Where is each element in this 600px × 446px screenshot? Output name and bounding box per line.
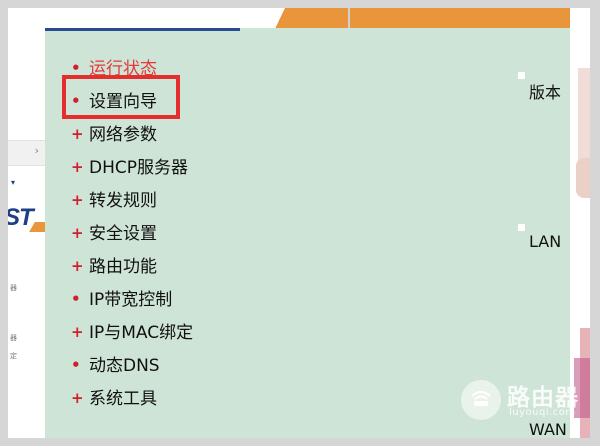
frame-corner-marker [518,72,525,79]
side-menu: • 运行状态 • 设置向导 + 网络参数 + DHCP服务器 + 转发规则 + … [71,58,193,421]
background-browser-window: › ▾ ST 器 器 定 [8,8,45,438]
menu-item-label: 转发规则 [89,191,157,211]
plus-icon: + [71,389,84,407]
wifi-icon [471,390,491,406]
background-page-image [570,8,590,438]
bullet-icon: • [71,356,81,374]
menu-item-label: 网络参数 [89,125,157,145]
plus-icon: + [71,158,84,176]
menu-item-setup-wizard[interactable]: • 设置向导 [71,91,193,124]
menu-item-label: IP与MAC绑定 [89,323,194,343]
menu-item-running-status[interactable]: • 运行状态 [71,58,193,91]
plus-icon: + [71,125,84,143]
bullet-icon: • [71,59,81,77]
brand-logo-text: ST [8,204,34,231]
bullet-icon: • [71,92,81,110]
router-icon [461,380,501,420]
image-fragment [576,158,590,198]
header-white-wedge [45,8,285,28]
menu-item-label: 运行状态 [89,59,157,79]
menu-item-ip-mac-binding[interactable]: + IP与MAC绑定 [71,322,193,355]
menu-item-dhcp-server[interactable]: + DHCP服务器 [71,157,193,190]
lan-label: LAN [529,232,562,251]
menu-item-system-tools[interactable]: + 系统工具 [71,388,193,421]
menu-item-label: 系统工具 [89,389,157,409]
menu-item-ip-bandwidth-control[interactable]: • IP带宽控制 [71,289,193,322]
menu-item-label: 安全设置 [89,224,157,244]
menu-item-label: IP带宽控制 [89,290,173,310]
header-blue-underline [45,28,240,31]
plus-icon: + [71,191,84,209]
side-text-fragment: 定 [10,352,17,360]
menu-item-label: 动态DNS [89,356,160,376]
side-text-fragment: 器 [10,284,17,292]
router-admin-panel: • 运行状态 • 设置向导 + 网络参数 + DHCP服务器 + 转发规则 + … [45,8,570,438]
header-bar [45,8,570,28]
plus-icon: + [71,323,84,341]
address-bar-strip [8,140,45,166]
menu-item-security-settings[interactable]: + 安全设置 [71,223,193,256]
logo-mark-icon: ▾ [11,178,16,187]
menu-item-label: DHCP服务器 [89,158,188,178]
menu-item-label: 设置向导 [89,92,157,112]
site-watermark: 路由器 luyouqi.com [461,378,581,424]
menu-item-label: 路由功能 [89,257,157,277]
side-text-fragment: 器 [10,334,17,342]
version-label: 版本 [529,83,562,102]
header-divider [348,8,350,28]
bullet-icon: • [71,290,81,308]
frame-corner-marker [518,224,525,231]
watermark-url: luyouqi.com [509,407,576,418]
menu-item-dynamic-dns[interactable]: • 动态DNS [71,355,193,388]
menu-item-forwarding-rules[interactable]: + 转发规则 [71,190,193,223]
plus-icon: + [71,257,84,275]
plus-icon: + [71,224,84,242]
menu-item-network-params[interactable]: + 网络参数 [71,124,193,157]
menu-item-routing-functions[interactable]: + 路由功能 [71,256,193,289]
chevron-right-icon[interactable]: › [35,144,39,157]
